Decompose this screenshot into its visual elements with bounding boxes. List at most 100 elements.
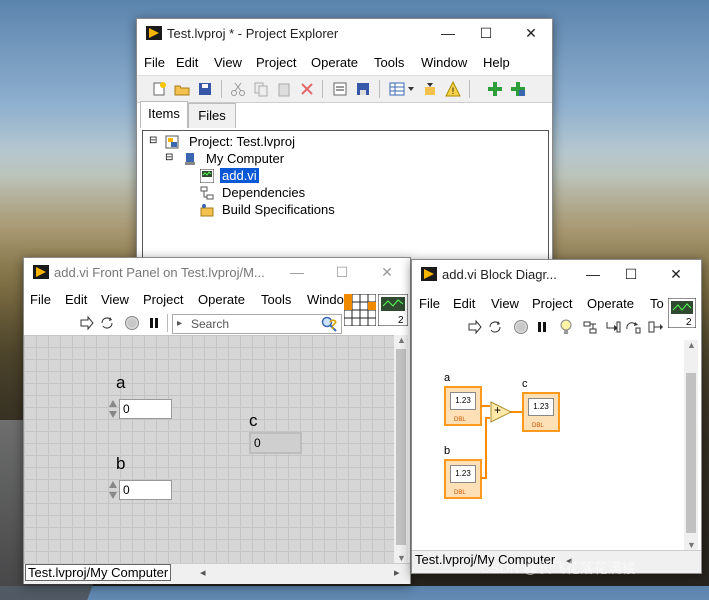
numeric-control-a[interactable]: 0 [108,399,172,419]
pause-icon[interactable] [534,319,550,335]
expander-project[interactable]: ⊟ [149,135,157,146]
increment-decrement-icon[interactable] [108,399,118,419]
increment-decrement-icon[interactable] [108,480,118,500]
status-bar-arrow-right[interactable]: ▸ [394,566,400,579]
block-diagram-window: add.vi Block Diagr... — ☐ ✕ File Edit Vi… [411,259,702,574]
menu-tools[interactable]: Tools [374,55,404,70]
minimize-button[interactable]: — [286,262,308,282]
menu-tools[interactable]: Tools [261,292,291,307]
tab-items[interactable]: Items [140,101,188,128]
menu-help[interactable]: Help [483,55,510,70]
menu-bar: File Edit View Project Operate To [412,292,701,314]
copy-icon[interactable] [253,81,269,97]
tree-item-project[interactable]: Project: Test.lvproj [189,134,295,149]
menu-edit[interactable]: Edit [65,292,87,307]
maximize-button[interactable]: ☐ [620,264,642,284]
menu-project[interactable]: Project [143,292,183,307]
numeric-field-b[interactable]: 0 [119,480,172,500]
tree-item-build-specifications[interactable]: Build Specifications [222,202,335,217]
numeric-field-a[interactable]: 0 [119,399,172,419]
abort-icon[interactable] [124,315,140,331]
maximize-button[interactable]: ☐ [331,262,353,282]
menu-window[interactable]: Window [421,55,467,70]
warning-icon[interactable]: ! [445,81,461,97]
step-over-icon[interactable] [625,319,641,335]
menu-file[interactable]: File [30,292,51,307]
close-button[interactable]: ✕ [520,23,542,43]
tree-item-my-computer[interactable]: My Computer [206,151,284,166]
tab-files[interactable]: Files [188,103,236,128]
menu-file[interactable]: File [419,296,440,311]
menu-edit[interactable]: Edit [453,296,475,311]
pause-icon[interactable] [146,315,162,331]
cut-icon[interactable] [230,81,246,97]
menu-operate[interactable]: Operate [587,296,634,311]
close-button[interactable]: ✕ [376,262,398,282]
block-diagram-canvas[interactable]: a 1.23 DBL b 1.23 DBL c 1.23 DBL + [412,340,684,550]
open-icon[interactable] [174,81,190,97]
tree-item-add-vi[interactable]: add.vi [220,168,259,183]
front-panel-canvas[interactable]: a 0 b 0 c 0 [24,335,394,563]
search-dropdown-icon[interactable]: ▸ [177,315,182,333]
expander-computer[interactable]: ⊟ [165,152,173,163]
search-input[interactable]: ▸ Search [172,314,342,334]
terminal-b[interactable]: 1.23 DBL [444,459,482,499]
menu-project[interactable]: Project [256,55,296,70]
vertical-scrollbar[interactable]: ▲ ▼ [394,335,408,563]
tree-item-dependencies[interactable]: Dependencies [222,185,305,200]
retain-wire-values-icon[interactable] [582,319,598,335]
menu-view[interactable]: View [214,55,242,70]
terminal-a[interactable]: 1.23 DBL [444,386,482,426]
run-arrow-icon[interactable] [467,319,483,335]
run-arrow-icon[interactable] [79,315,95,331]
vertical-scrollbar[interactable]: ▲ ▼ [684,340,698,550]
step-out-icon[interactable] [648,319,664,335]
highlight-execution-icon[interactable] [558,319,574,335]
step-into-icon[interactable] [605,319,621,335]
menu-operate[interactable]: Operate [198,292,245,307]
svg-text:?: ? [329,316,338,331]
connector-pane-icon[interactable] [344,294,376,326]
close-button[interactable]: ✕ [665,264,687,284]
menu-edit[interactable]: Edit [176,55,198,70]
numeric-indicator-c: 0 [249,432,302,454]
menu-view[interactable]: View [101,292,129,307]
numeric-control-b[interactable]: 0 [108,480,172,500]
front-panel-window: add.vi Front Panel on Test.lvproj/M... —… [23,257,411,584]
dependencies-icon [200,186,214,200]
save-all-icon[interactable] [197,81,213,97]
indicator-c-label: c [249,411,258,430]
help-icon[interactable]: ? [325,315,341,331]
add-file-icon[interactable] [487,81,503,97]
resolve-conflicts-icon[interactable] [422,81,438,97]
abort-icon[interactable] [513,319,529,335]
terminal-c-type: DBL [532,423,544,429]
control-a-label: a [116,373,126,392]
delete-icon[interactable] [299,81,315,97]
menu-window[interactable]: Windo [307,292,344,307]
menu-tools[interactable]: To [650,296,664,311]
menu-view[interactable]: View [491,296,519,311]
menu-file[interactable]: File [144,55,165,70]
title-bar: Test.lvproj * - Project Explorer — ☐ ✕ [137,19,552,49]
terminal-c[interactable]: 1.23 DBL [522,392,560,432]
properties-icon[interactable] [332,81,348,97]
menu-project[interactable]: Project [532,296,572,311]
save-icon[interactable] [355,81,371,97]
add-function[interactable]: + [490,401,512,423]
minimize-button[interactable]: — [582,264,604,284]
paste-icon[interactable] [276,81,292,97]
run-continuously-icon[interactable] [99,315,115,331]
tab-strip: Items Files [137,101,552,129]
view-grid-icon[interactable] [389,81,405,97]
add-folder-icon[interactable] [510,81,526,97]
minimize-button[interactable]: — [437,23,459,43]
chevron-down-icon[interactable] [407,81,415,97]
maximize-button[interactable]: ☐ [475,23,497,43]
status-bar-arrow-left[interactable]: ◂ [200,566,206,579]
add-symbol: + [494,403,502,417]
control-b-label: b [116,454,126,473]
menu-operate[interactable]: Operate [311,55,358,70]
run-continuously-icon[interactable] [487,319,503,335]
new-icon[interactable] [151,81,167,97]
